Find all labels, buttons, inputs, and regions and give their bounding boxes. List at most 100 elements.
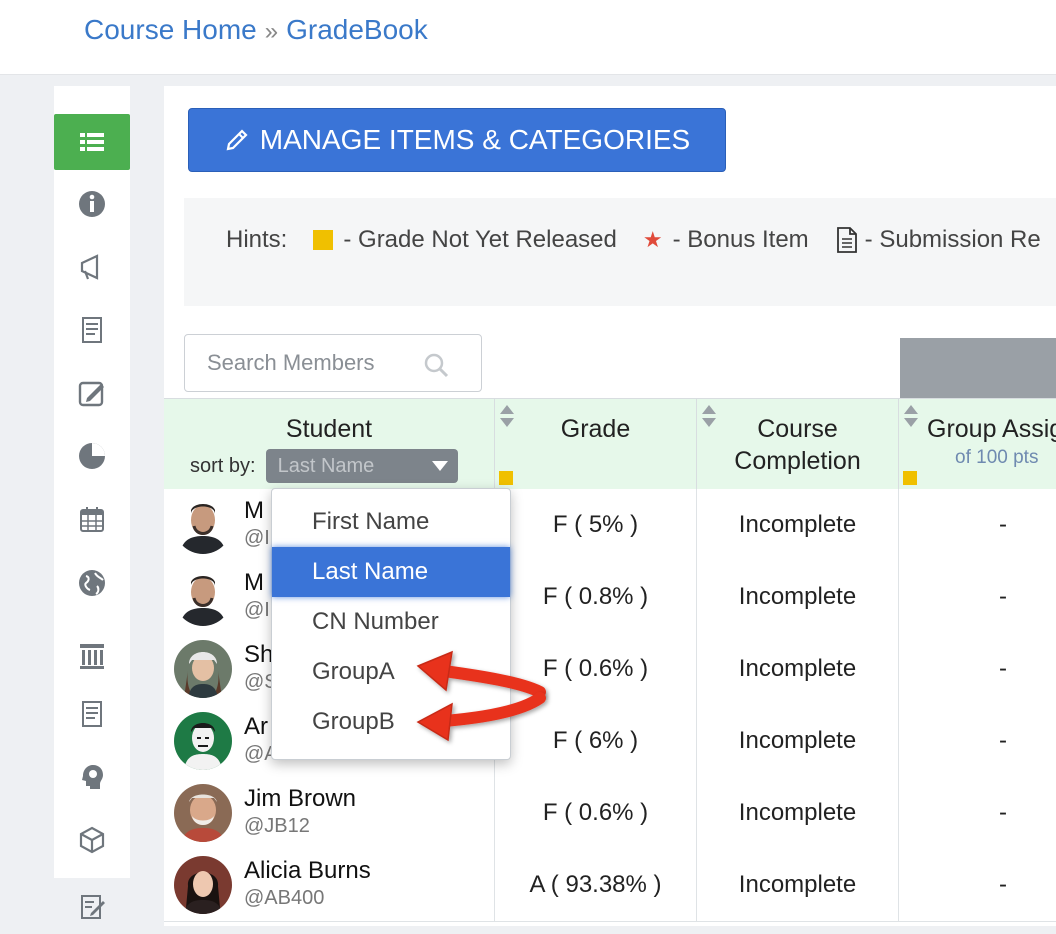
globe-icon [79, 570, 105, 596]
sidebar-item-packages[interactable] [54, 812, 130, 868]
sidebar-item-web[interactable] [54, 555, 130, 611]
sidebar-item-assignments[interactable] [54, 365, 130, 421]
sort-by-dropdown: First Name Last Name CN Number GroupA Gr… [271, 488, 511, 760]
building-icon [80, 644, 104, 669]
student-name[interactable]: Sh [244, 641, 273, 669]
sidebar-item-announcements[interactable] [54, 239, 130, 295]
group-assignment-cell[interactable]: - [899, 633, 1056, 705]
column-completion[interactable]: Course Completion [697, 399, 899, 489]
sidebar-item-ideas[interactable] [54, 749, 130, 805]
grade-cell[interactable]: A ( 93.38% ) [495, 849, 697, 921]
hints-label: Hints: [226, 226, 288, 253]
sort-option-group-b[interactable]: GroupB [272, 697, 510, 747]
completion-cell: Incomplete [697, 777, 899, 849]
column-group-title: Group Assig [927, 415, 1056, 443]
grade-cell[interactable]: F ( 0.8% ) [495, 561, 697, 633]
search-icon[interactable] [423, 352, 449, 378]
hint-bonus: - Bonus Item [672, 226, 809, 253]
sidebar-item-institution[interactable] [54, 628, 130, 684]
manage-items-button[interactable]: MANAGE ITEMS & CATEGORIES [188, 108, 726, 172]
breadcrumb-course-home[interactable]: Course Home [84, 14, 257, 45]
avatar[interactable] [174, 496, 232, 554]
sort-arrows-icon[interactable] [903, 403, 919, 429]
grade-cell[interactable]: F ( 5% ) [495, 489, 697, 561]
student-handle: @AB400 [244, 887, 325, 909]
student-name[interactable]: Ar [244, 713, 268, 741]
column-completion-line2: Completion [734, 447, 861, 475]
student-handle: @I [244, 527, 270, 549]
group-assignment-cell[interactable]: - [899, 561, 1056, 633]
search-members [184, 334, 482, 392]
info-icon [79, 191, 105, 217]
not-released-square-icon [313, 230, 334, 250]
hints-bar: Hints: - Grade Not Yet Released ★ - Bonu… [184, 198, 1056, 306]
avatar[interactable] [174, 568, 232, 626]
grade-cell[interactable]: F ( 0.6% ) [495, 633, 697, 705]
student-cell: Alicia Burns @AB400 [164, 849, 495, 921]
pie-chart-icon [79, 443, 105, 469]
manage-items-label: MANAGE ITEMS & CATEGORIES [259, 124, 691, 155]
sidebar-item-reports[interactable] [54, 428, 130, 484]
not-released-square-icon [499, 471, 513, 485]
sidebar-item-gradebook[interactable] [54, 114, 130, 170]
sort-by-select[interactable]: Last Name [265, 449, 458, 483]
avatar[interactable] [174, 640, 232, 698]
pencil-notepad-icon [81, 895, 105, 919]
pencil-icon [226, 129, 248, 151]
table-row[interactable]: Alicia Burns @AB400 A ( 93.38% ) Incompl… [164, 849, 1056, 922]
column-student-title: Student [285, 415, 373, 443]
column-student: Student sort by: Last Name [164, 399, 495, 489]
completion-cell: Incomplete [697, 849, 899, 921]
student-name[interactable]: Alicia Burns [244, 857, 371, 885]
cube-icon [79, 826, 105, 854]
sidebar-item-notes[interactable] [54, 686, 130, 742]
sort-by-control: sort by: Last Name [190, 449, 458, 483]
group-assignment-cell[interactable]: - [899, 777, 1056, 849]
avatar[interactable] [174, 712, 232, 770]
group-assignment-cell[interactable]: - [899, 489, 1056, 561]
student-name[interactable]: Jim Brown [244, 785, 356, 813]
list-icon [80, 133, 104, 151]
sort-option-cn-number[interactable]: CN Number [272, 597, 510, 647]
grade-cell[interactable]: F ( 0.6% ) [495, 777, 697, 849]
completion-cell: Incomplete [697, 633, 899, 705]
not-released-square-icon [903, 471, 917, 485]
avatar[interactable] [174, 784, 232, 842]
student-cell: Jim Brown @JB12 [164, 777, 495, 849]
table-row[interactable]: Jim Brown @JB12 F ( 0.6% ) Incomplete - [164, 777, 1056, 850]
breadcrumb: Course Home » GradeBook [84, 14, 428, 46]
hint-submission: - Submission Re [864, 226, 1041, 253]
group-assignment-cell[interactable]: - [899, 705, 1056, 777]
completion-cell: Incomplete [697, 705, 899, 777]
table-header: Student sort by: Last Name Grade Course … [164, 398, 1056, 490]
sort-option-group-a[interactable]: GroupA [272, 647, 510, 697]
student-handle: @JB12 [244, 815, 310, 837]
completion-cell: Incomplete [697, 561, 899, 633]
hint-not-released: - Grade Not Yet Released [343, 226, 617, 253]
top-bar: Course Home » GradeBook [0, 0, 1056, 75]
group-assignment-cell[interactable]: - [899, 849, 1056, 921]
sort-option-last-name[interactable]: Last Name [272, 547, 510, 597]
column-grade[interactable]: Grade [495, 399, 697, 489]
sort-option-first-name[interactable]: First Name [272, 497, 510, 547]
student-name[interactable]: M [244, 569, 264, 597]
column-group-points: of 100 pts [955, 447, 1039, 468]
column-group-assignment[interactable]: Group Assig of 100 pts [899, 399, 1056, 489]
completion-cell: Incomplete [697, 489, 899, 561]
chevron-down-icon [431, 461, 448, 471]
document-icon [835, 226, 859, 254]
avatar[interactable] [174, 856, 232, 914]
sidebar-item-calendar[interactable] [54, 491, 130, 547]
search-input[interactable] [205, 349, 429, 377]
breadcrumb-gradebook[interactable]: GradeBook [286, 14, 428, 45]
sidebar-item-documents[interactable] [54, 302, 130, 358]
grade-cell[interactable]: F ( 6% ) [495, 705, 697, 777]
column-group-header [900, 338, 1056, 398]
calendar-icon [80, 507, 104, 532]
breadcrumb-separator: » [264, 18, 279, 45]
megaphone-icon [80, 254, 99, 280]
star-icon: ★ [642, 227, 663, 252]
sidebar-item-info[interactable] [54, 176, 130, 232]
column-grade-title: Grade [560, 415, 631, 443]
student-name[interactable]: M [244, 497, 264, 525]
